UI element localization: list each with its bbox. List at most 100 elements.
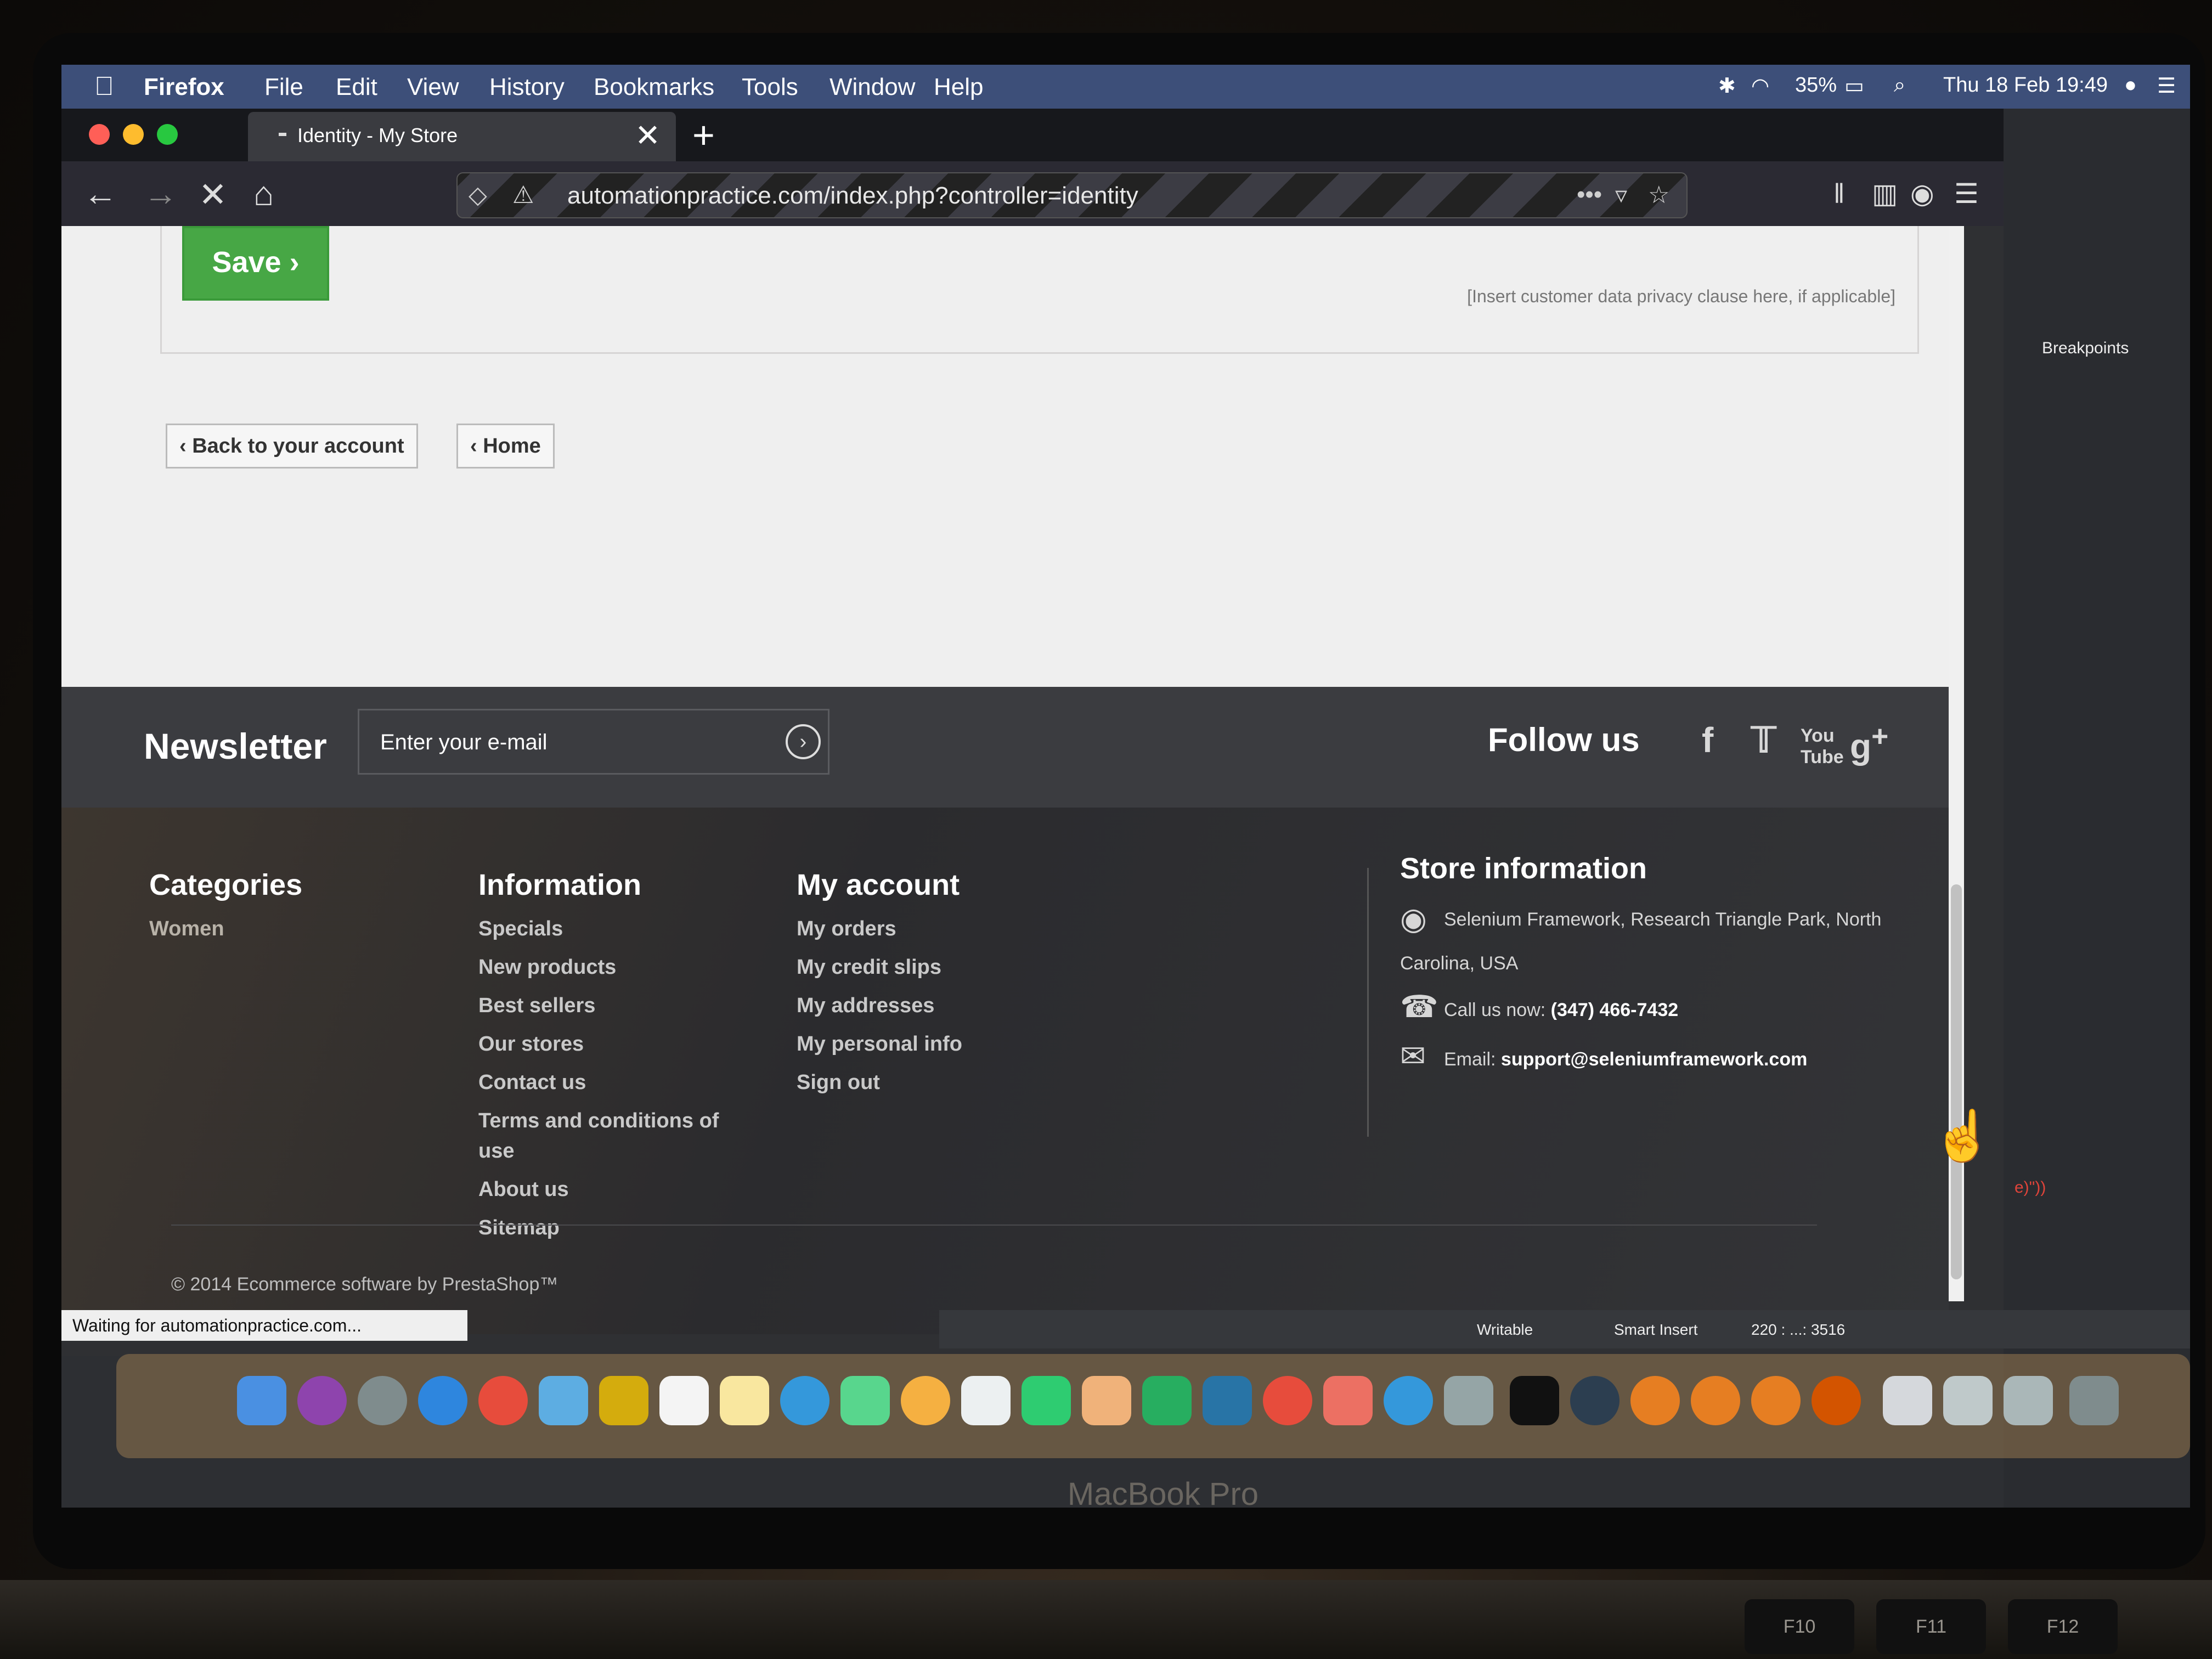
document-icon[interactable] xyxy=(1883,1376,1932,1425)
safari-icon[interactable] xyxy=(418,1376,467,1425)
footer-link-my-orders[interactable]: My orders xyxy=(797,917,896,941)
numbers-icon[interactable] xyxy=(1142,1376,1192,1425)
terminal-icon[interactable] xyxy=(1510,1376,1559,1425)
messages-icon[interactable] xyxy=(780,1376,830,1425)
downloads-stack-icon[interactable] xyxy=(2004,1376,2053,1425)
battery-icon[interactable]: ▭ xyxy=(1844,74,1864,98)
photo-background:  Firefox File Edit View History Bookmar… xyxy=(0,0,2212,1659)
menu-history[interactable]: History xyxy=(489,74,565,101)
news-icon[interactable] xyxy=(1263,1376,1312,1425)
newsletter-email-input[interactable]: Enter your e-mail xyxy=(358,709,830,775)
menubar-clock[interactable]: Thu 18 Feb 19:49 xyxy=(1943,74,2108,97)
menu-file[interactable]: File xyxy=(264,74,303,101)
newsletter-submit-arrow-icon[interactable]: › xyxy=(786,724,821,759)
music-icon[interactable] xyxy=(1323,1376,1373,1425)
footer-link-our-stores[interactable]: Our stores xyxy=(478,1032,584,1056)
menu-tools[interactable]: Tools xyxy=(742,74,798,101)
footer-link-my-addresses[interactable]: My addresses xyxy=(797,994,934,1018)
apple-menu-icon[interactable]:  xyxy=(94,71,114,101)
firefox-icon-2[interactable] xyxy=(1691,1376,1740,1425)
site-permissions-icon[interactable]: ⚠ xyxy=(512,181,534,209)
footer-link-specials[interactable]: Specials xyxy=(478,917,563,941)
home-button[interactable]: ‹ Home xyxy=(456,424,555,469)
app-menu-firefox[interactable]: Firefox xyxy=(144,74,224,101)
reminders-icon[interactable] xyxy=(961,1376,1011,1425)
footer-link-my-personal-info[interactable]: My personal info xyxy=(797,1032,962,1056)
wifi-icon[interactable]: ◠ xyxy=(1751,74,1769,98)
forward-arrow-icon[interactable]: → xyxy=(144,174,178,213)
email-address-link[interactable]: support@seleniumframework.com xyxy=(1501,1049,1807,1070)
footer-link-contact-us[interactable]: Contact us xyxy=(478,1071,586,1094)
footer-link-about-us[interactable]: About us xyxy=(478,1178,569,1201)
app-store-icon[interactable] xyxy=(1384,1376,1433,1425)
youtube-icon[interactable]: You Tube xyxy=(1801,725,1844,768)
footer-link-new-products[interactable]: New products xyxy=(478,956,616,979)
stickies-icon[interactable] xyxy=(720,1376,769,1425)
page-actions-icon[interactable]: ••• xyxy=(1577,181,1602,208)
footer-link-sitemap[interactable]: Sitemap xyxy=(478,1216,560,1240)
hamburger-menu-icon[interactable]: ☰ xyxy=(1954,178,1979,210)
notification-center-icon[interactable]: ☰ xyxy=(2157,74,2176,98)
calendar-icon[interactable] xyxy=(659,1376,709,1425)
library-icon[interactable]: ‖ xyxy=(1833,178,1845,210)
chrome-icon[interactable] xyxy=(478,1376,528,1425)
firefox-icon-4[interactable] xyxy=(1812,1376,1861,1425)
mail-icon[interactable] xyxy=(539,1376,588,1425)
footer-category-women[interactable]: Women xyxy=(149,917,224,941)
url-bar[interactable]: ◇ ⚠ automationpractice.com/index.php?con… xyxy=(456,172,1688,218)
back-arrow-icon[interactable]: ← xyxy=(83,174,117,213)
ide-side-panel: Breakpoints e)")) xyxy=(2004,109,2190,1508)
home-icon[interactable]: ⌂ xyxy=(253,174,274,213)
siri-icon[interactable]: ● xyxy=(2124,74,2137,97)
footer-link-my-credit-slips[interactable]: My credit slips xyxy=(797,956,941,979)
facetime-icon[interactable] xyxy=(1022,1376,1071,1425)
window-minimize-button[interactable] xyxy=(123,124,144,145)
footer-link-terms-cont[interactable]: use xyxy=(478,1139,514,1163)
finder-icon[interactable] xyxy=(237,1376,286,1425)
bookmark-star-icon[interactable]: ☆ xyxy=(1648,181,1669,209)
photos-icon[interactable] xyxy=(901,1376,950,1425)
footer-link-sign-out[interactable]: Sign out xyxy=(797,1071,880,1094)
facebook-icon[interactable]: f xyxy=(1702,720,1713,760)
save-button[interactable]: Save › xyxy=(182,226,329,301)
siri-dock-icon[interactable] xyxy=(297,1376,347,1425)
spotlight-search-icon[interactable]: ⌕ xyxy=(1894,74,1905,97)
menu-edit[interactable]: Edit xyxy=(336,74,377,101)
breakpoints-tab[interactable]: Breakpoints xyxy=(2042,339,2129,358)
launchpad-icon[interactable] xyxy=(358,1376,407,1425)
page-scrollbar-thumb[interactable] xyxy=(1951,884,1962,1279)
pocket-icon[interactable]: ▿ xyxy=(1615,181,1627,209)
menu-window[interactable]: Window xyxy=(830,74,916,101)
firefox-icon[interactable] xyxy=(1630,1376,1680,1425)
trash-icon[interactable] xyxy=(2069,1376,2119,1425)
tab-close-icon[interactable]: ✕ xyxy=(635,117,661,154)
tab-identity-my-store[interactable]: Identity - My Store ✕ xyxy=(248,112,676,161)
menu-help[interactable]: Help xyxy=(934,74,984,101)
twitter-icon[interactable]: 𝕋 xyxy=(1751,720,1776,761)
eclipse-icon[interactable] xyxy=(1570,1376,1620,1425)
notes-app-icon[interactable] xyxy=(599,1376,648,1425)
footer-link-best-sellers[interactable]: Best sellers xyxy=(478,994,595,1018)
stop-loading-icon[interactable]: ✕ xyxy=(199,174,227,215)
menu-view[interactable]: View xyxy=(407,74,459,101)
sidebar-icon[interactable]: ▥ xyxy=(1872,178,1898,210)
document-icon-2[interactable] xyxy=(1943,1376,1993,1425)
chevron-left-icon: ‹ xyxy=(470,435,483,458)
url-text[interactable]: automationpractice.com/index.php?control… xyxy=(567,182,1138,210)
pages-icon[interactable] xyxy=(1082,1376,1131,1425)
tracking-shield-icon[interactable]: ◇ xyxy=(469,181,487,209)
system-preferences-icon[interactable] xyxy=(1444,1376,1493,1425)
firefox-icon-3[interactable] xyxy=(1751,1376,1801,1425)
account-icon[interactable]: ◉ xyxy=(1910,178,1934,210)
new-tab-button[interactable]: + xyxy=(692,113,715,157)
menu-bookmarks[interactable]: Bookmarks xyxy=(594,74,714,101)
bluetooth-icon[interactable]: ✱ xyxy=(1718,74,1736,98)
keynote-icon[interactable] xyxy=(1203,1376,1252,1425)
window-close-button[interactable] xyxy=(89,124,110,145)
back-to-account-button[interactable]: ‹ Back to your account xyxy=(166,424,418,469)
maps-icon[interactable] xyxy=(840,1376,890,1425)
window-zoom-button[interactable] xyxy=(157,124,178,145)
footer-link-terms[interactable]: Terms and conditions of xyxy=(478,1109,719,1133)
google-plus-icon[interactable]: g+ xyxy=(1850,720,1888,766)
store-phone: Call us now: (347) 466-7432 xyxy=(1444,1000,1678,1021)
